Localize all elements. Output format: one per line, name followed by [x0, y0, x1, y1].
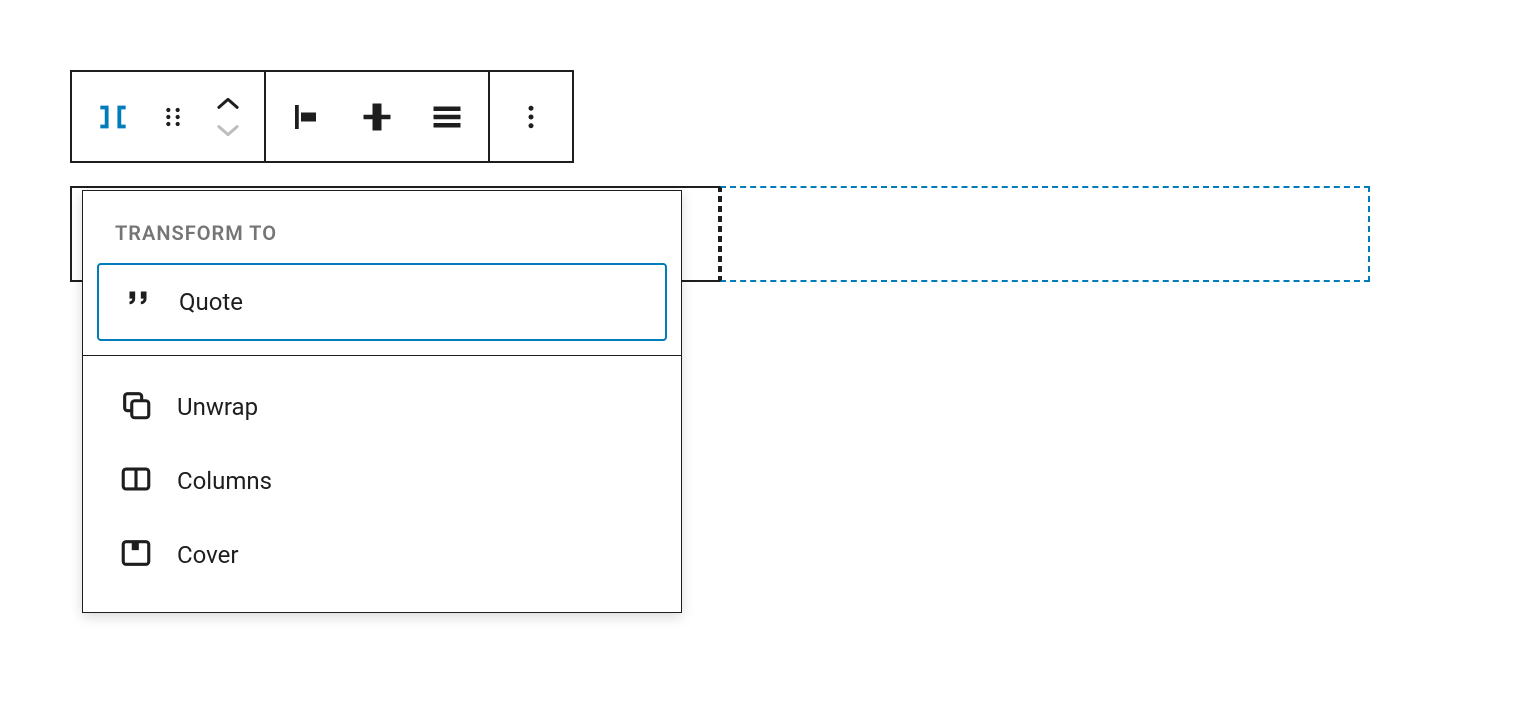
block-mover — [198, 72, 258, 161]
menu-item-label: Unwrap — [177, 395, 258, 419]
chevron-down-icon — [214, 122, 242, 138]
block-type-button[interactable] — [78, 72, 148, 161]
transform-heading: TRANSFORM TO — [83, 191, 681, 263]
toolbar-group-more — [490, 72, 572, 161]
justify-icon — [429, 99, 465, 135]
transform-section-secondary: Unwrap Columns Cover — [83, 356, 681, 612]
cover-icon — [119, 536, 153, 574]
block-toolbar — [70, 70, 574, 163]
menu-item-label: Cover — [177, 543, 238, 567]
drag-handle-button[interactable] — [148, 72, 198, 161]
more-options-icon — [516, 102, 546, 132]
menu-item-label: Quote — [179, 290, 243, 314]
toolbar-group-block — [72, 72, 266, 161]
column-right-selected[interactable] — [720, 186, 1370, 282]
move-down-button[interactable] — [214, 122, 242, 138]
chevron-up-icon — [214, 96, 242, 112]
transform-popover: TRANSFORM TO Quote Unwrap — [82, 190, 682, 613]
quote-icon — [121, 283, 155, 321]
unwrap-icon — [119, 388, 153, 426]
transform-item-unwrap[interactable]: Unwrap — [97, 370, 667, 444]
align-center-vertical-button[interactable] — [342, 72, 412, 161]
transform-item-cover[interactable]: Cover — [97, 518, 667, 592]
move-up-button[interactable] — [214, 96, 242, 112]
transform-section-primary: Quote — [83, 263, 681, 356]
toolbar-group-align — [266, 72, 490, 161]
row-icon — [94, 98, 132, 136]
transform-item-quote[interactable]: Quote — [97, 263, 667, 341]
columns-icon — [119, 462, 153, 500]
align-left-icon — [289, 99, 325, 135]
justify-button[interactable] — [412, 72, 482, 161]
more-options-button[interactable] — [496, 72, 566, 161]
transform-item-columns[interactable]: Columns — [97, 444, 667, 518]
menu-item-label: Columns — [177, 469, 272, 493]
drag-handle-icon — [159, 103, 187, 131]
align-left-button[interactable] — [272, 72, 342, 161]
align-center-vertical-icon — [359, 99, 395, 135]
